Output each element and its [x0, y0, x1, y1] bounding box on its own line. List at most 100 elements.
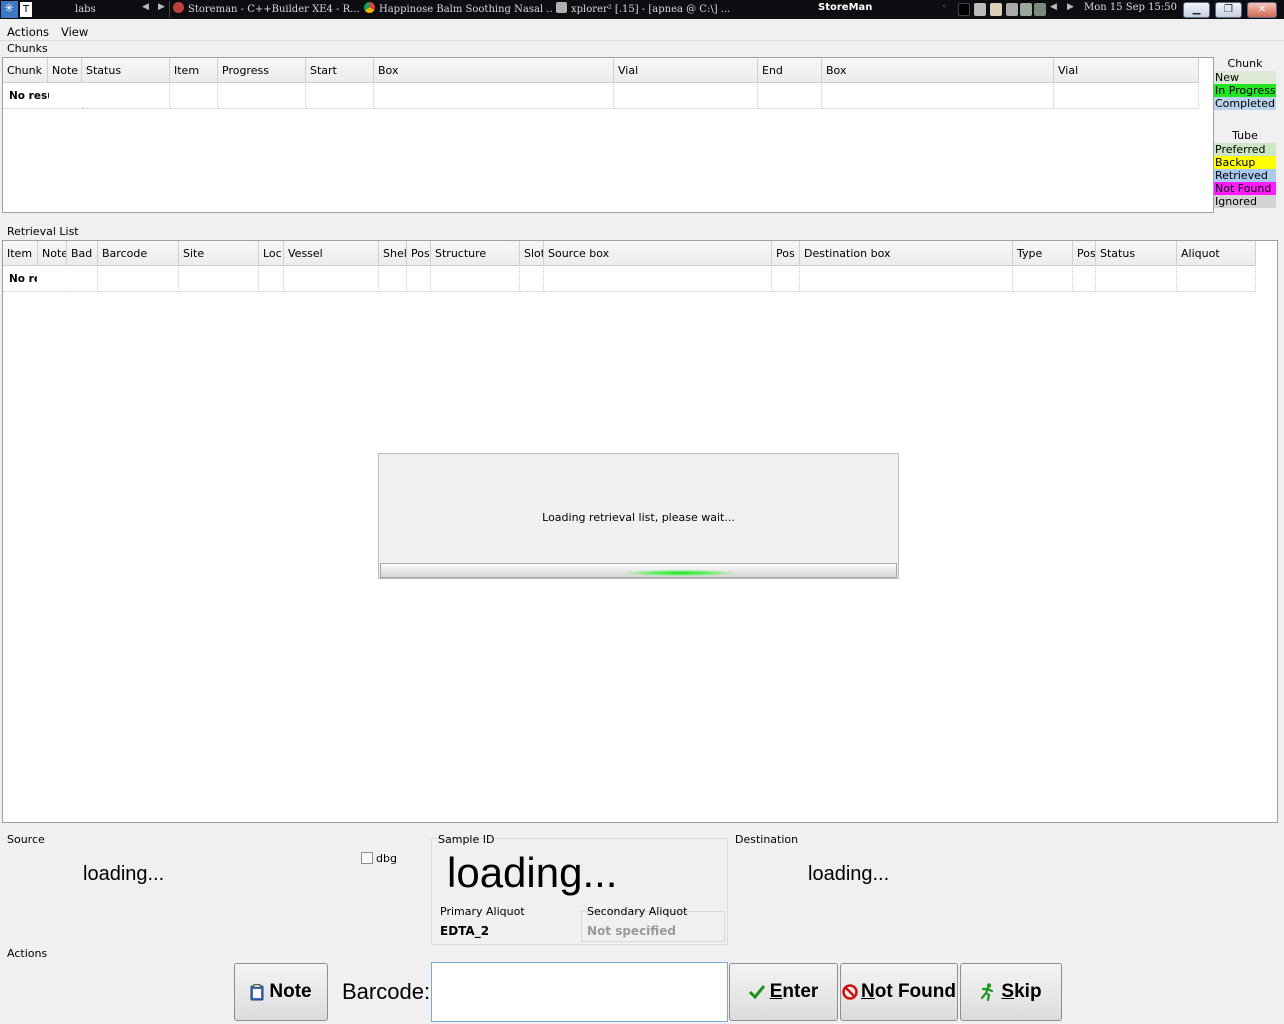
- tray-notepad-icon[interactable]: [990, 3, 1002, 16]
- col-item[interactable]: Item: [3, 241, 38, 266]
- col-shelf-pos[interactable]: Pos: [407, 241, 431, 266]
- not-found-button[interactable]: Not Found: [840, 963, 958, 1021]
- taskbar-item-xplorer[interactable]: xplorer² [.15] - [apnea @ C:\] ...: [556, 2, 746, 17]
- xplorer-icon: [556, 2, 567, 13]
- close-button[interactable]: ✕: [1247, 2, 1277, 18]
- skip-button[interactable]: Skip: [960, 963, 1062, 1021]
- chunks-group-label: Chunks: [7, 42, 48, 55]
- taskbar-item-storeman-builder[interactable]: Storeman - C++Builder XE4 - R...: [173, 2, 360, 17]
- menu-view[interactable]: View: [61, 25, 88, 39]
- not-found-button-label: Not Found: [861, 981, 956, 1002]
- secondary-aliquot-value: Not specified: [587, 924, 676, 938]
- checkmark-icon: [748, 985, 765, 999]
- col-source-box[interactable]: Source box: [544, 241, 772, 266]
- loading-dialog: Loading retrieval list, please wait...: [378, 453, 899, 579]
- tray-drive-icon[interactable]: [1006, 3, 1018, 16]
- source-group-label: Source: [7, 833, 45, 846]
- taskbar-item-label: xplorer² [.15] - [apnea @ C:\] ...: [571, 4, 731, 15]
- col-destination-box[interactable]: Destination box: [800, 241, 1013, 266]
- retrieval-no-results: No re: [9, 273, 37, 285]
- col-end-box[interactable]: Box: [822, 58, 1054, 83]
- restore-button[interactable]: ❐: [1215, 2, 1242, 18]
- dbg-checkbox[interactable]: [361, 852, 373, 864]
- tray-monitor-icon[interactable]: [958, 3, 970, 16]
- chunk-legend: Chunk New In Progress Completed: [1214, 57, 1276, 110]
- table-row[interactable]: No re: [3, 267, 1256, 292]
- col-shelf[interactable]: Shelf: [379, 241, 407, 266]
- actions-group-label: Actions: [7, 947, 48, 960]
- taskbar-scroll-right-icon[interactable]: ▶: [158, 2, 165, 12]
- legend-new: New: [1214, 71, 1276, 84]
- table-row[interactable]: No resu: [3, 84, 1199, 109]
- col-slot[interactable]: Slot: [520, 241, 544, 266]
- col-start[interactable]: Start: [306, 58, 374, 83]
- col-status[interactable]: Status: [82, 58, 170, 83]
- tray-app-icon[interactable]: [1020, 3, 1032, 16]
- col-chunk[interactable]: Chunk: [3, 58, 48, 83]
- col-status[interactable]: Status: [1096, 241, 1177, 266]
- legend-ignored: Ignored: [1214, 195, 1276, 208]
- col-item[interactable]: Item: [170, 58, 218, 83]
- taskbar-item-label: Happinose Balm Soothing Nasal ...: [379, 4, 552, 15]
- barcode-input[interactable]: [431, 962, 728, 1022]
- chrome-icon: [364, 2, 375, 13]
- sample-id-value: loading...: [447, 849, 618, 896]
- col-aliquot[interactable]: Aliquot: [1177, 241, 1256, 266]
- loading-message: Loading retrieval list, please wait...: [542, 511, 735, 524]
- tube-legend: Tube Preferred Backup Retrieved Not Foun…: [1214, 129, 1276, 208]
- col-end-vial[interactable]: Vial: [1054, 58, 1199, 83]
- taskbar-item-label: Storeman - C++Builder XE4 - R...: [188, 4, 360, 15]
- col-dest-pos[interactable]: Pos: [1073, 241, 1096, 266]
- dbg-label[interactable]: dbg: [376, 852, 397, 865]
- legend-in-progress: In Progress: [1214, 84, 1276, 97]
- source-value: loading...: [83, 863, 165, 885]
- col-loc[interactable]: Loc: [259, 241, 284, 266]
- secondary-aliquot-label: Secondary Aliquot: [587, 905, 688, 918]
- tray-app2-icon[interactable]: [1034, 3, 1046, 16]
- primary-aliquot-label: Primary Aliquot: [440, 905, 525, 918]
- tray-scroll-left-icon[interactable]: ◀: [1050, 2, 1057, 12]
- retrieval-grid-header: Item Note Bad Barcode Site Loc Vessel Sh…: [3, 241, 1256, 266]
- col-vessel[interactable]: Vessel: [284, 241, 379, 266]
- col-source-pos[interactable]: Pos: [772, 241, 800, 266]
- tray-x-icon[interactable]: [974, 3, 986, 16]
- col-start-vial[interactable]: Vial: [614, 58, 758, 83]
- taskbar-item-chrome[interactable]: Happinose Balm Soothing Nasal ...: [364, 2, 552, 17]
- legend-retrieved: Retrieved: [1214, 169, 1276, 182]
- menu-actions[interactable]: Actions: [7, 25, 49, 39]
- tube-legend-title: Tube: [1232, 129, 1258, 142]
- builder-app-icon: [173, 2, 184, 13]
- legend-backup: Backup: [1214, 156, 1276, 169]
- enter-button[interactable]: Enter: [729, 963, 838, 1021]
- col-note[interactable]: Note: [38, 241, 67, 266]
- taskbar-separator: [169, 1, 170, 18]
- col-progress[interactable]: Progress: [218, 58, 306, 83]
- legend-not-found: Not Found: [1214, 182, 1276, 195]
- barcode-label: Barcode:: [342, 979, 431, 1004]
- destination-group-label: Destination: [735, 833, 799, 846]
- clipboard-icon: [250, 983, 264, 1000]
- minimize-button[interactable]: ▁: [1183, 2, 1210, 18]
- taskbar-item-labs[interactable]: labs: [75, 2, 135, 17]
- loading-progress-bar: [380, 563, 897, 578]
- start-menu-icon[interactable]: [1, 1, 18, 18]
- col-end[interactable]: End: [758, 58, 822, 83]
- col-structure[interactable]: Structure: [431, 241, 520, 266]
- note-button[interactable]: Note: [234, 963, 328, 1021]
- taskbar-scroll-left-icon[interactable]: ◀: [142, 2, 149, 12]
- col-start-box[interactable]: Box: [374, 58, 614, 83]
- col-site[interactable]: Site: [179, 241, 259, 266]
- prohibited-icon: [842, 984, 858, 1000]
- col-barcode[interactable]: Barcode: [98, 241, 179, 266]
- tray-scroll-right-icon[interactable]: ▶: [1067, 2, 1074, 12]
- col-bad[interactable]: Bad: [67, 241, 98, 266]
- menu-bar: Actions View: [0, 23, 1284, 41]
- note-button-label: Note: [269, 981, 312, 1002]
- chunks-grid[interactable]: Chunk Note Status Item Progress Start Bo…: [2, 57, 1214, 213]
- taskbar-app-glyph[interactable]: T: [20, 2, 32, 17]
- enter-button-label: Enter: [769, 981, 819, 1002]
- col-type[interactable]: Type: [1013, 241, 1073, 266]
- col-note[interactable]: Note: [48, 58, 82, 83]
- chunks-grid-header: Chunk Note Status Item Progress Start Bo…: [3, 58, 1199, 83]
- taskbar-clock[interactable]: Mon 15 Sep 15:50: [1084, 2, 1177, 13]
